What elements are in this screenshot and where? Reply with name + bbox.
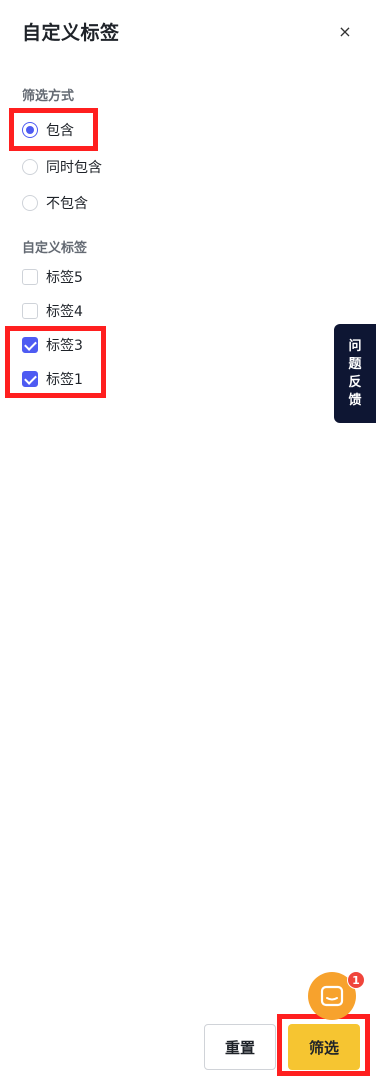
feedback-char: 反	[348, 374, 362, 390]
radio-option-exclude[interactable]: 不包含	[22, 192, 88, 214]
checkbox-label: 标签5	[46, 270, 83, 286]
radio-option-label: 同时包含	[46, 160, 102, 176]
checkbox-label: 标签1	[46, 372, 83, 388]
feedback-char: 题	[348, 356, 362, 372]
feedback-char: 问	[348, 338, 362, 354]
checkbox-tag-3[interactable]: 标签3	[22, 334, 83, 356]
checkbox-checked-icon[interactable]	[22, 371, 38, 387]
checkbox-unchecked-icon[interactable]	[22, 303, 38, 319]
filter-button[interactable]: 筛选	[288, 1024, 360, 1070]
radio-option-include-all[interactable]: 同时包含	[22, 156, 102, 178]
radio-unchecked-icon[interactable]	[22, 159, 38, 175]
radio-option-label: 不包含	[46, 196, 88, 212]
radio-option-include[interactable]: 包含	[22, 119, 74, 141]
dialog-title: 自定义标签	[22, 22, 120, 44]
custom-tags-label: 自定义标签	[22, 241, 88, 256]
radio-unchecked-icon[interactable]	[22, 195, 38, 211]
checkbox-tag-1[interactable]: 标签1	[22, 368, 83, 390]
radio-option-label: 包含	[46, 123, 74, 139]
chat-icon	[320, 985, 344, 1007]
close-icon[interactable]: ×	[333, 19, 357, 43]
checkbox-label: 标签3	[46, 338, 83, 354]
filter-drawer: 自定义标签 × 筛选方式 包含 同时包含 不包含 自定义标签 标签5 标签4 标…	[0, 0, 376, 1076]
filter-mode-label: 筛选方式	[22, 89, 75, 104]
notification-badge: 1	[347, 971, 365, 989]
feedback-tab[interactable]: 问 题 反 馈	[334, 324, 376, 423]
checkbox-unchecked-icon[interactable]	[22, 269, 38, 285]
checkbox-checked-icon[interactable]	[22, 337, 38, 353]
feedback-char: 馈	[348, 392, 362, 408]
checkbox-tag-5[interactable]: 标签5	[22, 266, 83, 288]
reset-button[interactable]: 重置	[204, 1024, 276, 1070]
radio-checked-icon[interactable]	[22, 122, 38, 138]
checkbox-tag-4[interactable]: 标签4	[22, 300, 83, 322]
checkbox-label: 标签4	[46, 304, 83, 320]
